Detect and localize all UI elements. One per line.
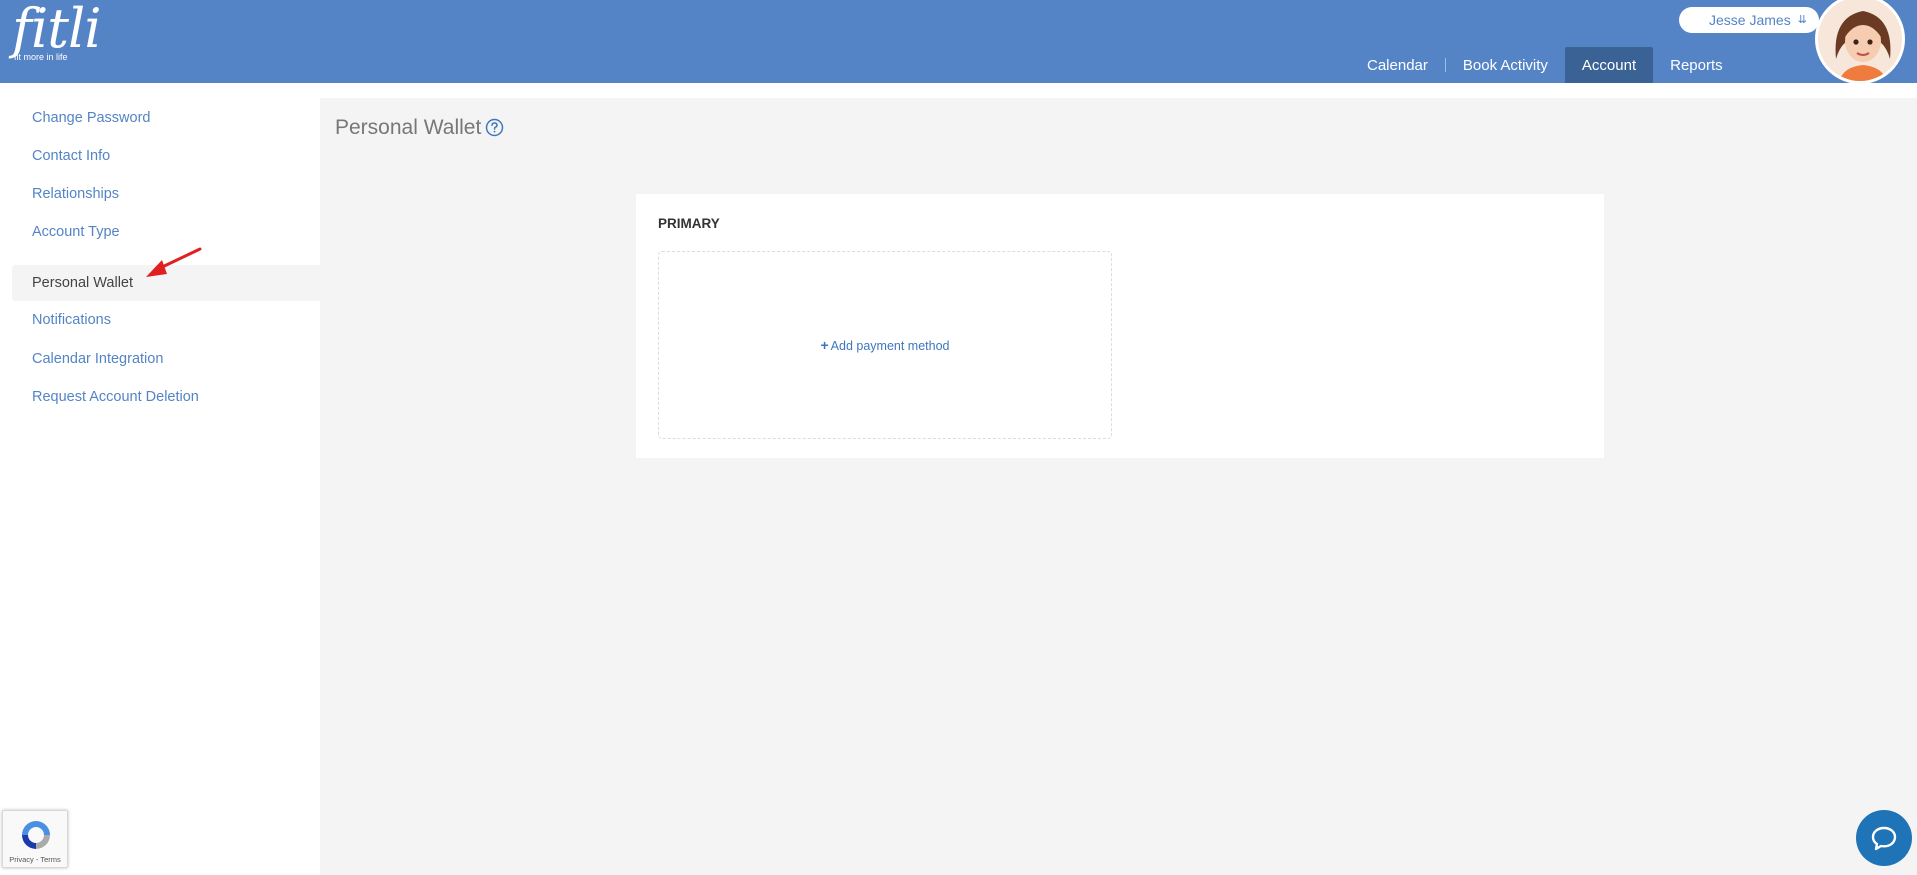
fitli-logo[interactable]: fitli fit more in life (12, 0, 101, 63)
annotation-arrow-icon (146, 247, 202, 277)
top-bar: fitli fit more in life Jesse James ⇊ Cal… (0, 0, 1917, 84)
user-name: Jesse James (1709, 12, 1791, 28)
recaptcha-icon (22, 821, 50, 849)
chat-button[interactable] (1856, 810, 1912, 866)
sidebar-item-change-password[interactable]: Change Password (12, 100, 320, 136)
user-avatar[interactable] (1815, 0, 1905, 84)
sidebar-item-request-account-deletion[interactable]: Request Account Deletion (12, 379, 320, 415)
recaptcha-badge[interactable]: Privacy - Terms (2, 810, 68, 868)
sidebar-item-account-type[interactable]: Account Type (12, 214, 320, 250)
sidebar-item-contact-info[interactable]: Contact Info (12, 138, 320, 174)
main-nav: Calendar Book Activity Account Reports (1350, 47, 1740, 83)
logo-wordmark: fitli (12, 0, 101, 60)
plus-icon: + (820, 337, 829, 353)
user-menu-button[interactable]: Jesse James ⇊ (1679, 7, 1819, 33)
nav-book-activity[interactable]: Book Activity (1446, 47, 1565, 83)
add-payment-method-label: Add payment method (830, 339, 950, 353)
nav-reports[interactable]: Reports (1653, 47, 1740, 83)
recaptcha-terms[interactable]: Privacy - Terms (3, 855, 67, 864)
add-payment-method-card[interactable]: + Add payment method (658, 251, 1112, 439)
page-title: Personal Wallet (335, 116, 482, 139)
sidebar-item-relationships[interactable]: Relationships (12, 176, 320, 212)
sidebar-item-calendar-integration[interactable]: Calendar Integration (12, 341, 320, 377)
double-chevron-down-icon: ⇊ (1797, 14, 1807, 26)
section-label-primary: PRIMARY (658, 216, 720, 231)
chat-bubble-icon (1871, 826, 1897, 851)
question-circle-icon[interactable] (485, 118, 504, 137)
sidebar-item-notifications[interactable]: Notifications (12, 302, 320, 338)
nav-account[interactable]: Account (1564, 47, 1654, 83)
add-payment-method-link[interactable]: + Add payment method (820, 337, 949, 353)
nav-calendar[interactable]: Calendar (1350, 47, 1445, 83)
main-content: Personal Wallet PRIMARY + Add payment met… (320, 98, 1917, 875)
account-sidebar: Change Password Contact Info Relationshi… (0, 83, 320, 875)
wallet-panel: PRIMARY + Add payment method (636, 194, 1604, 458)
